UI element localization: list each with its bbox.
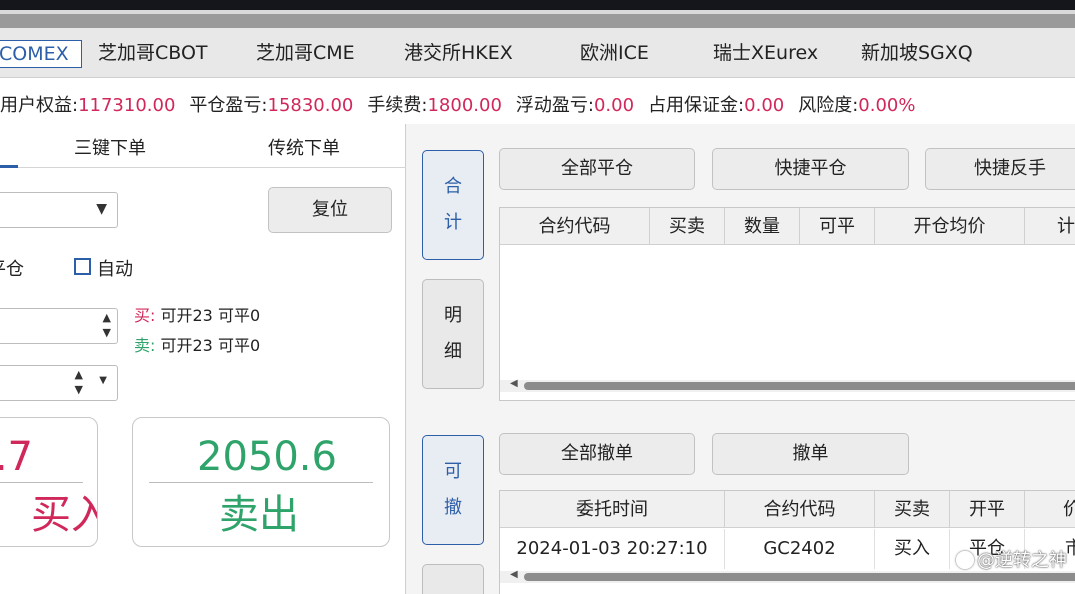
orders-hscrollbar[interactable]: ◀: [500, 569, 1075, 583]
tab-three-key-order[interactable]: 三键下单: [74, 134, 146, 160]
tab-sgxq[interactable]: 新加坡SGXQ: [861, 40, 973, 68]
buy-price: 2050.7: [0, 434, 33, 480]
quick-close-button[interactable]: 快捷平仓: [712, 148, 909, 190]
close-position-label[interactable]: 平仓: [0, 255, 24, 281]
tab-position-detail-char1: 明: [444, 305, 462, 326]
positions-scroll-thumb[interactable]: [524, 382, 1075, 390]
sell-action-label: 卖出: [219, 492, 299, 538]
order-time-cell: 2024-01-03 20:27:10: [500, 529, 725, 569]
close-all-button[interactable]: 全部平仓: [499, 148, 695, 190]
col-order-time[interactable]: 委托时间: [500, 491, 725, 528]
tab-cbot[interactable]: 芝加哥CBOT: [98, 40, 208, 68]
col-quantity[interactable]: 数量: [725, 208, 800, 245]
sell-button[interactable]: 2050.6 卖出: [132, 417, 390, 547]
auto-label: 自动: [97, 259, 133, 280]
tab-cancellable-char1: 可: [444, 461, 462, 482]
tab-position-total-char2: 计: [444, 212, 462, 233]
quick-reverse-button[interactable]: 快捷反手: [925, 148, 1075, 190]
cancel-order-button[interactable]: 撤单: [712, 433, 909, 475]
chevron-down-icon: ▼: [96, 201, 107, 217]
col-order-side[interactable]: 买卖: [875, 491, 950, 528]
order-mode-tabs: 三键下单 传统下单: [0, 124, 406, 168]
chevron-down-icon: ▼: [99, 375, 107, 386]
tab-position-detail[interactable]: 明 细: [422, 279, 484, 389]
close-pnl-label: 平仓盈亏:: [189, 95, 268, 116]
col-order-open-close[interactable]: 开平: [950, 491, 1025, 528]
buy-button[interactable]: 2050.7 买入: [0, 417, 98, 547]
col-side[interactable]: 买卖: [650, 208, 725, 245]
margin-value: 0.00: [744, 95, 785, 116]
close-pnl-value: 15830.00: [267, 95, 354, 116]
toolbar-strip: [0, 14, 1075, 28]
equity-label: 用户权益:: [0, 95, 79, 116]
window-titlebar: [0, 0, 1075, 10]
active-tab-indicator: [0, 165, 18, 168]
sell-info-value: 可开23 可平0: [160, 336, 261, 355]
tab-hkex[interactable]: 港交所HKEX: [404, 40, 513, 68]
tab-comex[interactable]: COMEX: [0, 40, 82, 68]
positions-hscrollbar[interactable]: ◀: [500, 378, 1075, 392]
scroll-left-icon[interactable]: ◀: [510, 569, 518, 580]
fee-label: 手续费:: [367, 95, 428, 116]
tab-traditional-order[interactable]: 传统下单: [268, 134, 340, 160]
watermark-logo-icon: [956, 551, 974, 569]
risk-label: 风险度:: [798, 95, 859, 116]
risk-value: 0.00%: [858, 95, 916, 116]
tab-cancellable-char2: 撤: [444, 497, 462, 518]
positions-table-header: 合约代码 买卖 数量 可平 开仓均价 计: [500, 208, 1075, 245]
auto-checkbox[interactable]: [74, 258, 91, 275]
buy-action-label: 买入: [31, 492, 97, 538]
watermark-text: @逆转之神: [977, 550, 1067, 571]
float-pnl-value: 0.00: [593, 95, 635, 116]
watermark: @逆转之神: [956, 546, 1067, 572]
orders-table: 委托时间 合约代码 买卖 开平 价 2024-01-03 20:27:10 GC…: [499, 490, 1075, 594]
col-contract-code[interactable]: 合约代码: [500, 208, 650, 245]
equity-value: 117310.00: [78, 95, 176, 116]
tab-cancellable[interactable]: 可 撤: [422, 435, 484, 545]
tab-position-total-char1: 合: [444, 176, 462, 197]
buy-info-label: 买:: [134, 306, 156, 325]
order-panel: 三键下单 传统下单 ▼ 复位 平仓 自动 ▲▼ 买: 可开23 可平0 卖: 可…: [0, 124, 406, 594]
exchange-tabbar: COMEX 芝加哥CBOT 芝加哥CME 港交所HKEX 欧洲ICE 瑞士XEu…: [0, 28, 1075, 78]
tab-xeurex[interactable]: 瑞士XEurex: [713, 40, 818, 68]
fee-value: 1800.00: [427, 95, 502, 116]
col-closable[interactable]: 可平: [800, 208, 875, 245]
buy-info: 买: 可开23 可平0: [134, 302, 260, 326]
orders-scroll-thumb[interactable]: [524, 573, 1075, 581]
margin-label: 占用保证金:: [648, 95, 745, 116]
price-type-select[interactable]: ▲ ▼ ▼: [0, 365, 118, 401]
price-stepper-icon[interactable]: ▲ ▼: [75, 367, 83, 397]
order-side-cell: 买入: [875, 529, 950, 569]
orders-table-header: 委托时间 合约代码 买卖 开平 价: [500, 491, 1075, 528]
contract-select[interactable]: ▼: [0, 192, 118, 228]
order-contract-cell: GC2402: [725, 529, 875, 569]
col-open-avg-price[interactable]: 开仓均价: [875, 208, 1025, 245]
account-summary: 用户权益:117310.00 平仓盈亏:15830.00 手续费:1800.00 浮动…: [0, 78, 1075, 124]
positions-table: 合约代码 买卖 数量 可平 开仓均价 计 ◀: [499, 207, 1075, 401]
buy-info-value: 可开23 可平0: [160, 306, 261, 325]
col-order-price[interactable]: 价: [1025, 491, 1075, 528]
sell-info-label: 卖:: [134, 336, 156, 355]
tab-ice[interactable]: 欧洲ICE: [580, 40, 649, 68]
cancel-all-button[interactable]: 全部撤单: [499, 433, 695, 475]
tab-all-orders[interactable]: [422, 564, 484, 594]
sell-price: 2050.6: [197, 434, 337, 480]
col-order-contract[interactable]: 合约代码: [725, 491, 875, 528]
stepper-arrows-icon[interactable]: ▲ ▼: [103, 310, 111, 340]
col-calc[interactable]: 计: [1025, 208, 1075, 245]
tab-position-total[interactable]: 合 计: [422, 150, 484, 260]
sell-info: 卖: 可开23 可平0: [134, 332, 260, 356]
reset-button[interactable]: 复位: [268, 187, 392, 233]
tab-position-detail-char2: 细: [444, 341, 462, 362]
scroll-left-icon[interactable]: ◀: [510, 378, 518, 389]
float-pnl-label: 浮动盈亏:: [515, 95, 594, 116]
positions-orders-panel: 合 计 明 细 全部平仓 快捷平仓 快捷反手 合约代码 买卖 数量 可平 开仓均…: [407, 124, 1075, 594]
tab-cme[interactable]: 芝加哥CME: [256, 40, 355, 68]
quantity-stepper[interactable]: ▲ ▼: [0, 308, 118, 344]
